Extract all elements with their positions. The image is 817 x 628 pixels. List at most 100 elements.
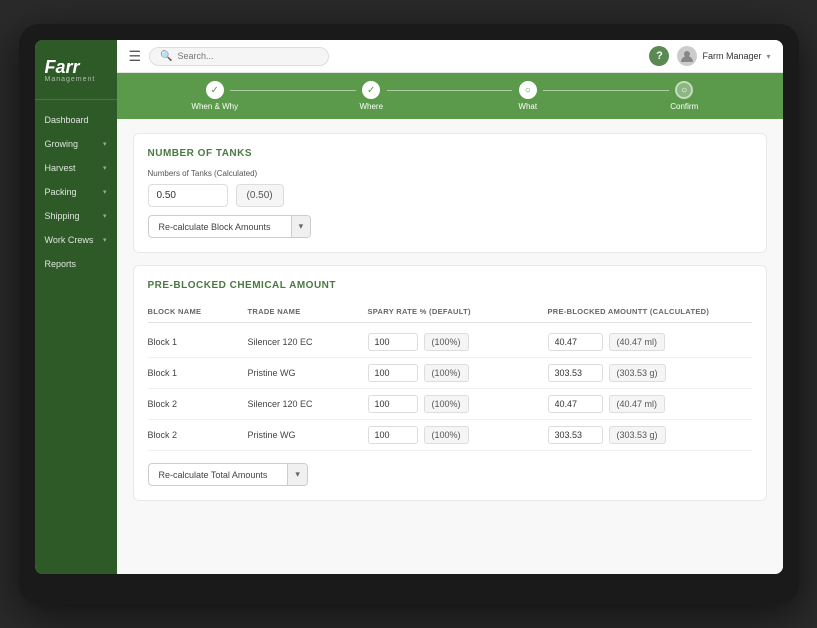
spray-calc-display: (100%) bbox=[424, 333, 469, 351]
chemical-card: PRE-BLOCKED CHEMICAL AMOUNT BLOCK NAME T… bbox=[133, 265, 767, 501]
tanks-field-label: Numbers of Tanks (Calculated) bbox=[148, 169, 752, 178]
sidebar-item-packing[interactable]: Packing ▾ bbox=[35, 180, 117, 204]
trade-name-cell: Silencer 120 EC bbox=[248, 399, 368, 409]
step-label-2: Where bbox=[359, 102, 383, 111]
step-label-3: What bbox=[518, 102, 537, 111]
chevron-icon: ▾ bbox=[103, 140, 107, 148]
user-menu[interactable]: Farm Manager ▾ bbox=[677, 46, 770, 66]
col-header-trade: TRADE NAME bbox=[248, 307, 368, 316]
step-circle-4: ○ bbox=[675, 81, 693, 99]
chevron-icon: ▾ bbox=[103, 164, 107, 172]
trade-name-cell: Silencer 120 EC bbox=[248, 337, 368, 347]
spray-rate-cell: (100%) bbox=[368, 426, 548, 444]
tanks-calculated-display: (0.50) bbox=[236, 184, 284, 207]
spray-rate-input[interactable] bbox=[368, 333, 418, 351]
sidebar-label: Growing bbox=[45, 139, 103, 149]
sidebar-item-harvest[interactable]: Harvest ▾ bbox=[35, 156, 117, 180]
amount-calc-display: (303.53 g) bbox=[609, 364, 666, 382]
spray-calc-display: (100%) bbox=[424, 426, 469, 444]
amount-input[interactable] bbox=[548, 426, 603, 444]
app-logo: Farr Management bbox=[35, 48, 117, 100]
sidebar-label: Work Crews bbox=[45, 235, 103, 245]
step-when-why[interactable]: ✓ When & Why bbox=[137, 81, 294, 111]
recalculate-total-button[interactable]: Re-calculate Total Amounts ▾ bbox=[148, 463, 308, 486]
topbar: ☰ 🔍 ? Farm Manager ▾ bbox=[117, 40, 783, 73]
sidebar-item-shipping[interactable]: Shipping ▾ bbox=[35, 204, 117, 228]
tanks-value-input[interactable] bbox=[148, 184, 228, 207]
spray-rate-input[interactable] bbox=[368, 364, 418, 382]
sidebar-item-growing[interactable]: Growing ▾ bbox=[35, 132, 117, 156]
search-icon: 🔍 bbox=[160, 51, 172, 62]
dropdown-arrow-icon[interactable]: ▾ bbox=[287, 464, 307, 485]
amount-calc-display: (40.47 ml) bbox=[609, 395, 666, 413]
table-row: Block 1 Silencer 120 EC (100%) (40.47 ml… bbox=[148, 327, 752, 358]
amount-cell: (40.47 ml) bbox=[548, 395, 752, 413]
sidebar-label: Harvest bbox=[45, 163, 103, 173]
table-header: BLOCK NAME TRADE NAME SPARY RATE % (DEFA… bbox=[148, 301, 752, 323]
sidebar-label: Reports bbox=[45, 259, 107, 269]
table-row: Block 2 Silencer 120 EC (100%) (40.47 ml… bbox=[148, 389, 752, 420]
amount-input[interactable] bbox=[548, 333, 603, 351]
col-header-block: BLOCK NAME bbox=[148, 307, 248, 316]
amount-input[interactable] bbox=[548, 364, 603, 382]
recalculate-total-label: Re-calculate Total Amounts bbox=[159, 470, 268, 480]
step-circle-2: ✓ bbox=[362, 81, 380, 99]
spray-rate-cell: (100%) bbox=[368, 364, 548, 382]
spray-rate-cell: (100%) bbox=[368, 333, 548, 351]
amount-cell: (40.47 ml) bbox=[548, 333, 752, 351]
sidebar-label: Packing bbox=[45, 187, 103, 197]
spray-rate-input[interactable] bbox=[368, 426, 418, 444]
laptop-frame: Farr Management Dashboard Growing ▾ Harv… bbox=[19, 24, 799, 604]
spray-calc-display: (100%) bbox=[424, 364, 469, 382]
step-what[interactable]: ○ What bbox=[450, 81, 607, 111]
bottom-btn-row: Re-calculate Total Amounts ▾ bbox=[148, 463, 752, 486]
search-input[interactable] bbox=[178, 51, 319, 61]
tanks-card: NUMBER OF TANKS Numbers of Tanks (Calcul… bbox=[133, 133, 767, 253]
col-header-amount: PRE-BLOCKED AMOUNTT (CALCULATED) bbox=[548, 307, 752, 316]
sidebar-label: Dashboard bbox=[45, 115, 107, 125]
table-row: Block 1 Pristine WG (100%) (303.53 g) bbox=[148, 358, 752, 389]
user-avatar bbox=[677, 46, 697, 66]
wizard-steps: ✓ When & Why ✓ Where ○ What ○ Confirm bbox=[117, 73, 783, 119]
amount-calc-display: (40.47 ml) bbox=[609, 333, 666, 351]
sidebar-item-work-crews[interactable]: Work Crews ▾ bbox=[35, 228, 117, 252]
block-name-cell: Block 1 bbox=[148, 368, 248, 378]
screen: Farr Management Dashboard Growing ▾ Harv… bbox=[35, 40, 783, 574]
step-confirm[interactable]: ○ Confirm bbox=[606, 81, 763, 111]
spray-rate-cell: (100%) bbox=[368, 395, 548, 413]
sidebar-label: Shipping bbox=[45, 211, 103, 221]
app-subtitle: Management bbox=[45, 76, 107, 83]
dropdown-arrow-icon[interactable]: ▾ bbox=[291, 216, 311, 237]
recalculate-block-label: Re-calculate Block Amounts bbox=[159, 222, 271, 232]
recalculate-block-button[interactable]: Re-calculate Block Amounts ▾ bbox=[148, 215, 312, 238]
sidebar-item-reports[interactable]: Reports bbox=[35, 252, 117, 276]
chevron-icon: ▾ bbox=[103, 212, 107, 220]
help-button[interactable]: ? bbox=[649, 46, 669, 66]
spray-rate-input[interactable] bbox=[368, 395, 418, 413]
app-name: Farr bbox=[45, 58, 107, 76]
chevron-icon: ▾ bbox=[103, 236, 107, 244]
hamburger-icon[interactable]: ☰ bbox=[129, 48, 142, 65]
user-chevron-icon: ▾ bbox=[766, 52, 770, 61]
block-name-cell: Block 2 bbox=[148, 399, 248, 409]
amount-calc-display: (303.53 g) bbox=[609, 426, 666, 444]
sidebar-item-dashboard[interactable]: Dashboard bbox=[35, 108, 117, 132]
step-circle-1: ✓ bbox=[206, 81, 224, 99]
step-circle-3: ○ bbox=[519, 81, 537, 99]
sidebar: Farr Management Dashboard Growing ▾ Harv… bbox=[35, 40, 117, 574]
step-label-4: Confirm bbox=[670, 102, 698, 111]
step-where[interactable]: ✓ Where bbox=[293, 81, 450, 111]
main-area: ☰ 🔍 ? Farm Manager ▾ bbox=[117, 40, 783, 574]
block-name-cell: Block 2 bbox=[148, 430, 248, 440]
tanks-section-title: NUMBER OF TANKS bbox=[148, 148, 752, 159]
search-box[interactable]: 🔍 bbox=[149, 47, 329, 66]
spray-calc-display: (100%) bbox=[424, 395, 469, 413]
step-label-1: When & Why bbox=[191, 102, 238, 111]
trade-name-cell: Pristine WG bbox=[248, 430, 368, 440]
tanks-input-row: (0.50) bbox=[148, 184, 752, 207]
amount-cell: (303.53 g) bbox=[548, 426, 752, 444]
amount-cell: (303.53 g) bbox=[548, 364, 752, 382]
amount-input[interactable] bbox=[548, 395, 603, 413]
chemical-section-title: PRE-BLOCKED CHEMICAL AMOUNT bbox=[148, 280, 752, 291]
user-name: Farm Manager bbox=[702, 51, 761, 61]
